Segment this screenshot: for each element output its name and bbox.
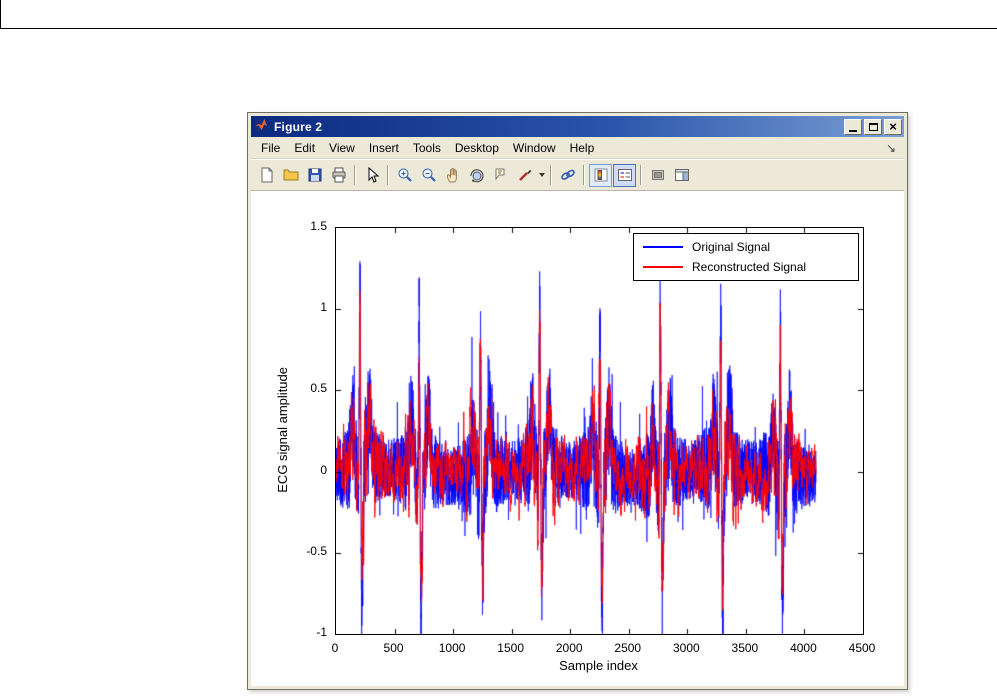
menu-item-view[interactable]: View xyxy=(322,139,362,157)
maximize-icon xyxy=(868,122,878,131)
x-axis-label: Sample index xyxy=(559,658,638,673)
link-plot-button[interactable] xyxy=(556,164,579,187)
menu-item-tools[interactable]: Tools xyxy=(406,139,448,157)
brush-button[interactable] xyxy=(513,164,536,187)
open-file-icon xyxy=(282,166,300,184)
menu-item-edit[interactable]: Edit xyxy=(287,139,322,157)
open-file-button[interactable] xyxy=(279,164,302,187)
insert-legend-icon xyxy=(616,166,634,184)
x-tick-label: 2500 xyxy=(614,641,642,655)
new-figure-button[interactable] xyxy=(255,164,278,187)
rotate-3d-icon xyxy=(468,166,486,184)
brush-dropdown-arrow xyxy=(538,173,545,177)
dock-figure-icon[interactable]: ↘ xyxy=(886,141,901,155)
figure-window: Figure 2 × File Edit View Insert Tools Deskto… xyxy=(247,112,908,690)
x-tick-label: 500 xyxy=(383,641,404,655)
legend-label: Original Signal xyxy=(692,240,771,254)
edit-plot-button[interactable] xyxy=(360,164,383,187)
document-page: Figure 2 × File Edit View Insert Tools Deskto… xyxy=(0,0,997,697)
legend-line-sample xyxy=(643,266,683,268)
print-icon xyxy=(330,166,348,184)
x-tick-label: 4000 xyxy=(790,641,817,655)
toolbar xyxy=(251,159,904,191)
x-tick-label: 3500 xyxy=(731,641,759,655)
figure-canvas-area: ECG signal amplitude Original Signal Reco… xyxy=(251,191,904,686)
data-cursor-icon xyxy=(492,166,510,184)
zoom-in-icon xyxy=(396,166,414,184)
zoom-in-button[interactable] xyxy=(393,164,416,187)
page-border-line xyxy=(0,28,997,29)
insert-legend-button[interactable] xyxy=(613,163,636,187)
link-plot-icon xyxy=(559,166,577,184)
x-tick-label: 2000 xyxy=(555,641,583,655)
zoom-out-button[interactable] xyxy=(417,164,440,187)
y-tick-label: -1 xyxy=(316,625,327,639)
legend-label: Reconstructed Signal xyxy=(692,260,807,274)
plot-area[interactable]: Original Signal Reconstructed Signal xyxy=(335,227,864,635)
insert-colorbar-button[interactable] xyxy=(589,163,612,187)
menu-item-window[interactable]: Window xyxy=(506,139,563,157)
show-plot-tools-button[interactable] xyxy=(670,164,693,187)
window-title: Figure 2 xyxy=(274,119,323,134)
save-button[interactable] xyxy=(303,164,326,187)
menu-item-file[interactable]: File xyxy=(254,139,287,157)
legend-line-sample xyxy=(643,246,683,248)
menu-item-desktop[interactable]: Desktop xyxy=(448,139,506,157)
title-bar[interactable]: Figure 2 × xyxy=(251,116,904,137)
legend-entry[interactable]: Original Signal xyxy=(634,237,858,257)
menu-bar: File Edit View Insert Tools Desktop Window Help… xyxy=(251,137,904,159)
matlab-logo-icon xyxy=(254,118,269,136)
window-controls: × xyxy=(842,118,902,135)
maximize-button[interactable] xyxy=(864,118,882,135)
close-button[interactable]: × xyxy=(884,118,902,135)
pan-icon xyxy=(444,166,462,184)
page-border-corner xyxy=(0,0,1,29)
rotate-3d-button[interactable] xyxy=(465,164,488,187)
print-button[interactable] xyxy=(327,164,350,187)
legend-entry[interactable]: Reconstructed Signal xyxy=(634,257,858,277)
insert-colorbar-icon xyxy=(592,166,610,184)
brush-dropdown-button[interactable] xyxy=(537,164,546,187)
y-tick-label: 1.5 xyxy=(310,219,327,233)
y-axis-label: ECG signal amplitude xyxy=(274,367,290,493)
x-tick-label: 4500 xyxy=(848,641,876,655)
menu-items: File Edit View Insert Tools Desktop Window Help xyxy=(254,139,601,157)
y-tick-label: 1 xyxy=(320,300,327,315)
x-tick-label: 0 xyxy=(331,641,339,655)
legend[interactable]: Original Signal Reconstructed Signal xyxy=(633,233,859,281)
save-icon xyxy=(306,166,324,184)
zoom-out-icon xyxy=(420,166,438,184)
x-tick-label: 1500 xyxy=(497,641,524,655)
menu-item-help[interactable]: Help xyxy=(563,139,602,157)
toolbar-separator xyxy=(640,165,642,185)
hide-plot-tools-icon xyxy=(649,166,667,184)
data-cursor-button[interactable] xyxy=(489,164,512,187)
edit-plot-icon xyxy=(363,166,381,184)
y-tick-label: -0.5 xyxy=(306,543,327,558)
brush-icon xyxy=(516,166,534,184)
toolbar-separator xyxy=(354,165,356,185)
show-plot-tools-icon xyxy=(673,166,691,184)
new-figure-icon xyxy=(258,166,276,184)
x-tick-label: 1000 xyxy=(438,641,466,655)
hide-plot-tools-button[interactable] xyxy=(646,164,669,187)
pan-button[interactable] xyxy=(441,164,464,187)
y-tick-label: 0.5 xyxy=(310,381,327,396)
x-tick-label: 3000 xyxy=(672,641,700,655)
close-icon: × xyxy=(889,119,897,134)
toolbar-separator xyxy=(387,165,389,185)
toolbar-separator xyxy=(583,165,585,185)
plot-canvas[interactable] xyxy=(336,228,863,634)
minimize-button[interactable] xyxy=(844,118,862,135)
toolbar-separator xyxy=(550,165,552,185)
y-tick-label: 0 xyxy=(320,462,327,477)
menu-item-insert[interactable]: Insert xyxy=(362,139,406,157)
minimize-icon xyxy=(849,129,857,132)
